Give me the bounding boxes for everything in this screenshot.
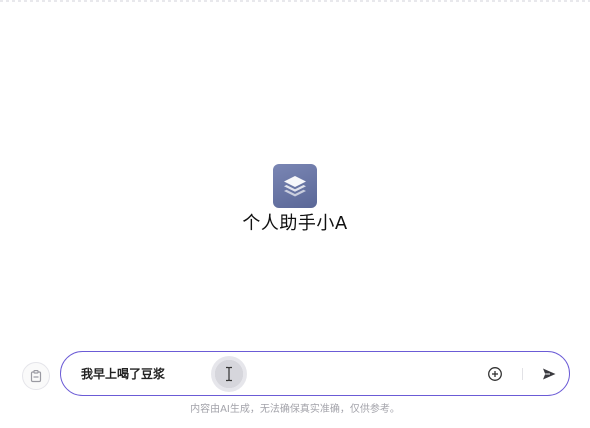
plus-circle-icon — [488, 367, 502, 381]
ai-disclaimer: 内容由AI生成，无法确保真实准确，仅供参考。 — [190, 404, 400, 415]
assistant-header: 个人助手小A — [0, 164, 590, 236]
send-icon — [543, 368, 556, 380]
layers-icon — [284, 176, 306, 197]
assistant-avatar — [273, 164, 317, 208]
message-input[interactable] — [81, 352, 461, 394]
assistant-name: 个人助手小A — [242, 213, 348, 234]
clipboard-button[interactable] — [22, 362, 50, 390]
add-button[interactable] — [486, 365, 504, 383]
composer-box — [60, 351, 570, 396]
chat-app: 个人助手小A 内容由AI生 — [0, 0, 590, 428]
text-cursor-icon — [226, 366, 232, 382]
composer-divider — [522, 368, 523, 380]
clipboard-icon — [30, 369, 42, 383]
top-divider — [0, 0, 590, 2]
send-button[interactable] — [539, 364, 559, 384]
mouse-cursor-highlight — [211, 356, 247, 392]
